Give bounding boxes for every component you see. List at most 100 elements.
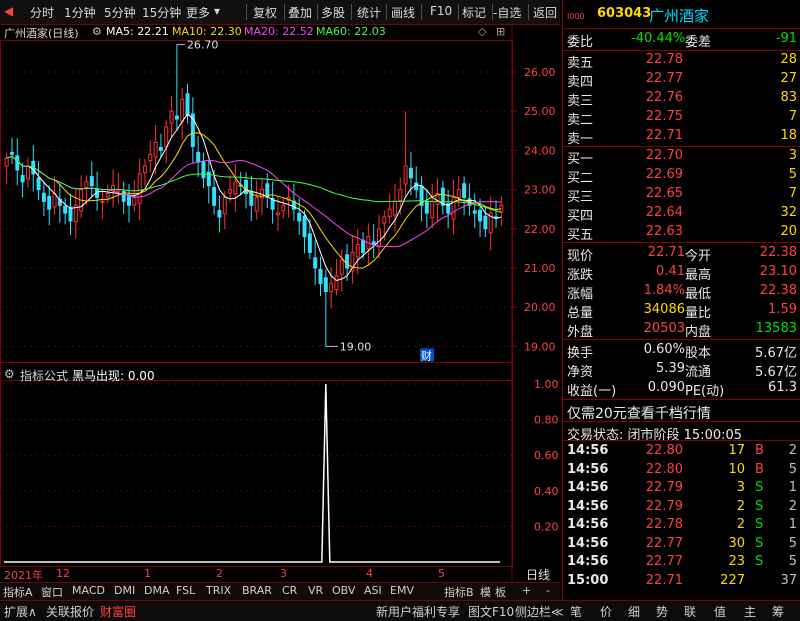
period-label[interactable]: 日线 [526, 566, 550, 583]
toolbar-multi[interactable]: 多股 [321, 4, 345, 21]
tab-value[interactable]: 值 [714, 603, 726, 620]
toolbar-back[interactable]: 返回 [533, 4, 557, 21]
tab-f10-graphic[interactable]: 图文F10 [468, 603, 514, 620]
toolbar-rights[interactable]: 复权 [253, 4, 277, 21]
tab-related-quote[interactable]: 关联报价 [46, 603, 94, 620]
toolbar-intraday[interactable]: 分时 [30, 4, 54, 21]
tab-dmi[interactable]: DMI [114, 584, 135, 597]
tab-link[interactable]: 联 [684, 603, 696, 620]
zoom-in-button[interactable]: + [522, 584, 531, 597]
level-price: 22.63 [645, 224, 683, 239]
candle-body [456, 189, 461, 199]
status-row: 交易状态: 闭市阶段 15:00:05 [563, 423, 800, 443]
toolbar-overlay[interactable]: 叠加 [288, 4, 312, 21]
tick-direction: B [755, 461, 764, 477]
candle-body [137, 173, 142, 204]
toolbar-draw[interactable]: 画线 [391, 4, 415, 21]
tick-time: 15:00 [567, 572, 609, 588]
toolbar-stats[interactable]: 统计 [357, 4, 381, 21]
tab-trix[interactable]: TRIX [206, 584, 231, 597]
tick-count: 2 [788, 498, 797, 514]
date-label: 12 [56, 567, 70, 580]
promo-text[interactable]: 仅需20元查看千档行情 [567, 403, 711, 423]
price-tick-label: 26.00 [524, 66, 556, 79]
tab-indicator-b[interactable]: 指标B [444, 584, 474, 600]
tick-time: 14:56 [567, 461, 609, 477]
level-price: 22.71 [645, 128, 683, 143]
chevron-down-icon[interactable]: ▾ [214, 4, 220, 18]
level-volume: 18 [780, 128, 797, 143]
tick-volume: 30 [728, 535, 745, 551]
tab-fsl[interactable]: FSL [176, 584, 195, 597]
indicator-line [4, 383, 500, 563]
tab-expand[interactable]: 扩展∧ [4, 603, 37, 620]
tab-cr[interactable]: CR [282, 584, 297, 597]
tab-price[interactable]: 价 [600, 603, 612, 620]
tab-board[interactable]: 板 [495, 584, 506, 600]
toolbar-1min[interactable]: 1分钟 [64, 4, 96, 21]
buy-level-row[interactable]: 买五 22.63 20 [563, 223, 800, 243]
candle-body [334, 275, 339, 290]
date-label: 3 [280, 567, 287, 580]
tab-emv[interactable]: EMV [390, 584, 414, 597]
tab-wealth-circle[interactable]: 财富圈 [100, 603, 136, 620]
tab-dma[interactable]: DMA [144, 584, 170, 597]
info-row: 净资 5.39 流通 5.67亿 [563, 360, 800, 380]
tab-window[interactable]: 窗口 [41, 584, 63, 600]
tab-vr[interactable]: VR [308, 584, 323, 597]
candle-body [307, 233, 312, 253]
back-arrow-icon[interactable]: ◀ [4, 4, 13, 18]
candle-body [25, 165, 30, 180]
tab-obv[interactable]: OBV [332, 584, 355, 597]
tab-asi[interactable]: ASI [364, 584, 382, 597]
kline-chart[interactable]: 26.0025.0024.0023.0022.0021.0020.0019.00… [0, 24, 560, 582]
candle-body [84, 181, 89, 188]
toolbar-mark[interactable]: 标记 [462, 4, 486, 21]
info-value: 0.60% [643, 342, 685, 357]
tab-chips[interactable]: 筹 [772, 603, 784, 620]
buy-level-row[interactable]: 买一 22.70 3 [563, 147, 800, 167]
tab-macd[interactable]: MACD [72, 584, 105, 597]
candle-body [323, 277, 328, 293]
indicator-settings-icon[interactable]: ⚙ [4, 367, 15, 381]
candle-body [377, 228, 381, 248]
tab-new-user-promo[interactable]: 新用户福利专享 [376, 603, 460, 620]
buy-level-row[interactable]: 买二 22.69 5 [563, 166, 800, 186]
sell-level-row[interactable]: 卖二 22.75 7 [563, 108, 800, 128]
promo-row[interactable]: 仅需20元查看千档行情 [563, 402, 800, 422]
info-value: 5.39 [656, 361, 685, 376]
tick-row: 14:56 22.79 3 S 1 [563, 479, 800, 497]
candle-body [132, 196, 137, 206]
toolbar-5min[interactable]: 5分钟 [104, 4, 136, 21]
tab-main[interactable]: 主 [744, 603, 756, 620]
tab-trend[interactable]: 势 [656, 603, 668, 620]
toolbar-15min[interactable]: 15分钟 [142, 4, 181, 21]
buy-level-row[interactable]: 买三 22.65 7 [563, 185, 800, 205]
zoom-out-button[interactable]: - [546, 584, 550, 597]
toolbar-more[interactable]: 更多 [186, 4, 210, 21]
tick-volume: 227 [720, 572, 745, 588]
tab-detail[interactable]: 细 [628, 603, 640, 620]
toolbar-watchlist[interactable]: -自选 [493, 4, 521, 21]
tab-sidebar[interactable]: 侧边栏≪ [515, 603, 564, 620]
price-tick-label: 21.00 [524, 262, 556, 275]
sell-level-row[interactable]: 卖五 22.78 28 [563, 51, 800, 71]
candle-body [398, 189, 403, 202]
level-volume: 7 [788, 109, 797, 124]
candle-body [196, 151, 201, 163]
sell-level-row[interactable]: 卖一 22.71 18 [563, 127, 800, 147]
tick-direction: S [755, 535, 764, 551]
tab-pen[interactable]: 笔 [570, 603, 582, 620]
tab-template[interactable]: 模 [480, 584, 491, 600]
tab-indicator-a[interactable]: 指标A [3, 584, 33, 600]
buy-level-row[interactable]: 买四 22.64 32 [563, 204, 800, 224]
candle-body [185, 93, 190, 116]
level-volume: 7 [788, 186, 797, 201]
indicator-title[interactable]: 指标公式 [20, 367, 68, 384]
tab-brar[interactable]: BRAR [242, 584, 272, 597]
toolbar-f10[interactable]: F10 [430, 4, 452, 18]
candle-body [254, 196, 259, 212]
sell-level-row[interactable]: 卖三 22.76 83 [563, 89, 800, 109]
level-label: 买三 [567, 190, 594, 205]
sell-level-row[interactable]: 卖四 22.77 27 [563, 70, 800, 90]
